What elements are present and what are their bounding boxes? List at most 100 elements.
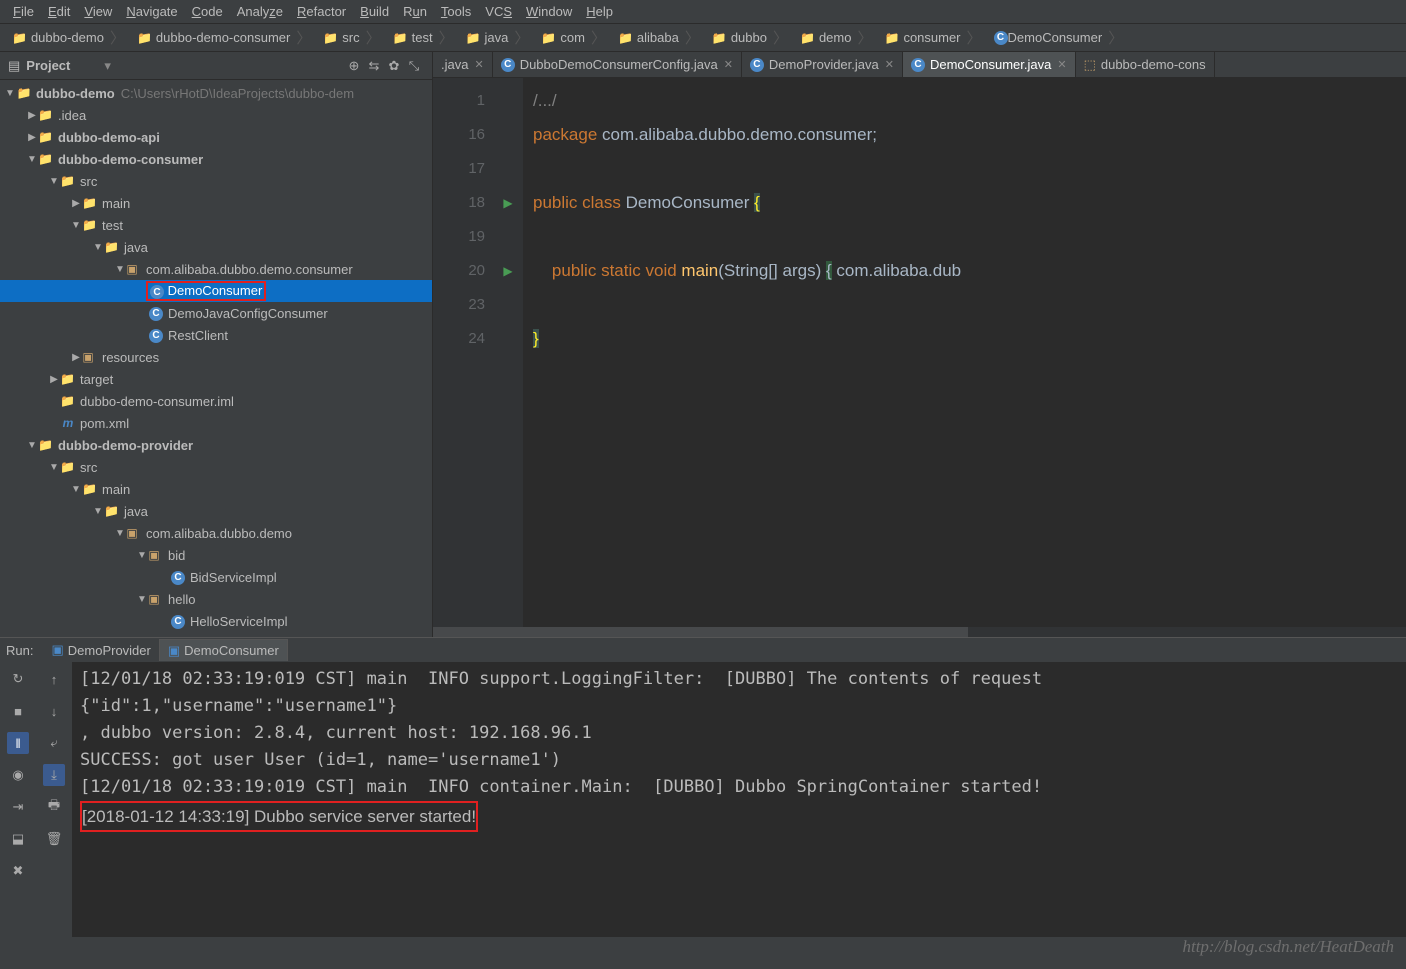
tree-item[interactable]: 📁dubbo-demo-consumer.iml [0,390,432,412]
project-tool-window: ▤ Project ▾ ⊕ ⇆ ✿ ⤡ ▼📁dubbo-demoC:\Users… [0,52,433,637]
main-menu-bar: File Edit View Navigate Code Analyze Ref… [0,0,1406,24]
editor-tab[interactable]: ⬚dubbo-demo-cons [1076,52,1215,77]
tree-item[interactable]: ▼▣com.alibaba.dubbo.demo.consumer [0,258,432,280]
horizontal-scrollbar[interactable] [433,627,1406,637]
run-gutter[interactable]: ▶ ▶ [493,78,523,637]
run-line-icon[interactable]: ▶ [503,196,512,210]
print-icon[interactable]: 🖶 [43,796,65,818]
editor-tab[interactable]: .java✕ [433,52,493,77]
menu-analyze[interactable]: Analyze [230,4,290,19]
close-tab-icon[interactable]: ✕ [885,58,894,71]
run-tool-window: Run: ▣DemoProvider▣DemoConsumer ↻ ■ ‖ ◉ … [0,637,1406,937]
editor-tab[interactable]: CDemoProvider.java✕ [742,52,903,77]
breadcrumb-item[interactable]: 📁com〉 [535,27,612,48]
breadcrumb-item[interactable]: 📁java〉 [460,27,536,48]
tree-item[interactable]: ▶▣resources [0,346,432,368]
tree-item[interactable]: CBidServiceImpl [0,566,432,588]
exit-icon[interactable]: ⇥ [7,796,29,818]
tree-item[interactable]: ▼📁test [0,214,432,236]
pin-icon[interactable]: ✖ [7,860,29,882]
project-view-dropdown[interactable]: ▾ [104,58,111,74]
console-output[interactable]: [12/01/18 02:33:19:019 CST] main INFO su… [72,662,1406,937]
menu-view[interactable]: View [77,4,119,19]
breadcrumb-item[interactable]: 📁demo〉 [794,27,879,48]
editor-tab[interactable]: CDemoConsumer.java✕ [903,52,1076,77]
breadcrumb-item[interactable]: 📁src〉 [317,27,386,48]
watermark-text: http://blog.csdn.net/HeatDeath [1182,937,1394,957]
tree-item[interactable]: ▼📁java [0,500,432,522]
close-tab-icon[interactable]: ✕ [724,58,733,71]
menu-vcs[interactable]: VCS [478,4,519,19]
rerun-icon[interactable]: ↻ [7,668,29,690]
menu-edit[interactable]: Edit [41,4,77,19]
tree-item[interactable]: ▼📁src [0,456,432,478]
close-tab-icon[interactable]: ✕ [474,58,483,71]
run-tab[interactable]: ▣DemoProvider [43,639,158,661]
code-content[interactable]: /.../package com.alibaba.dubbo.demo.cons… [523,78,1406,637]
menu-file[interactable]: File [6,4,41,19]
editor-area: .java✕CDubboDemoConsumerConfig.java✕CDem… [433,52,1406,637]
breadcrumb-item[interactable]: 📁alibaba〉 [612,27,706,48]
breadcrumb-item[interactable]: 📁dubbo-demo〉 [6,27,131,48]
run-toolbar-left2: ↑ ↓ ⤶ ⤓ 🖶 🗑 [36,662,72,937]
tree-item[interactable]: ▼▣hello [0,588,432,610]
hide-icon[interactable]: ⤡ [404,58,424,74]
tree-item[interactable]: ▼📁src [0,170,432,192]
up-icon[interactable]: ↑ [43,668,65,690]
run-tabs-bar: Run: ▣DemoProvider▣DemoConsumer [0,638,1406,662]
scroll-to-end-icon[interactable]: ⤓ [43,764,65,786]
close-tab-icon[interactable]: ✕ [1057,58,1066,71]
tree-item[interactable]: CDemoJavaConfigConsumer [0,302,432,324]
editor-tab[interactable]: CDubboDemoConsumerConfig.java✕ [493,52,742,77]
tree-item[interactable]: ▶📁.idea [0,104,432,126]
breadcrumb-item[interactable]: 📁consumer〉 [878,27,987,48]
settings-icon[interactable]: ✿ [384,58,404,74]
breadcrumb-item[interactable]: 📁test〉 [387,27,460,48]
tree-item[interactable]: CHelloServiceImpl [0,610,432,632]
tree-item[interactable]: ▶📁main [0,192,432,214]
clear-icon[interactable]: 🗑 [43,828,65,850]
stop-icon[interactable]: ■ [7,700,29,722]
tree-item[interactable]: ▼📁java [0,236,432,258]
tree-item[interactable]: ▼▣com.alibaba.dubbo.demo [0,522,432,544]
tree-item[interactable]: ▶📁dubbo-demo-api [0,126,432,148]
menu-help[interactable]: Help [579,4,620,19]
run-label: Run: [6,643,33,658]
breadcrumb-item[interactable]: CDemoConsumer〉 [988,27,1130,48]
pause-icon[interactable]: ‖ [7,732,29,754]
tree-item[interactable]: ▼📁dubbo-demo-provider [0,434,432,456]
tree-item[interactable]: C DemoConsumer [0,280,432,302]
editor-tabs: .java✕CDubboDemoConsumerConfig.java✕CDem… [433,52,1406,78]
tree-item[interactable]: ▼▣bid [0,544,432,566]
tree-item[interactable]: ▶📁target [0,368,432,390]
tree-item[interactable]: CRestClient [0,324,432,346]
scroll-from-source-icon[interactable]: ⊕ [344,58,364,74]
tree-item[interactable]: ▼📁main [0,478,432,500]
run-tab[interactable]: ▣DemoConsumer [159,639,288,661]
collapse-all-icon[interactable]: ⇆ [364,58,384,74]
project-panel-icon: ▤ [8,58,20,74]
menu-build[interactable]: Build [353,4,396,19]
tree-item[interactable]: mpom.xml [0,412,432,434]
soft-wrap-icon[interactable]: ⤶ [43,732,65,754]
breadcrumb-item[interactable]: 📁dubbo-demo-consumer〉 [131,27,317,48]
run-toolbar-left: ↻ ■ ‖ ◉ ⇥ ⬓ ✖ [0,662,36,937]
down-icon[interactable]: ↓ [43,700,65,722]
tree-item[interactable]: ▼📁dubbo-demo-consumer [0,148,432,170]
project-panel-header: ▤ Project ▾ ⊕ ⇆ ✿ ⤡ [0,52,432,80]
line-number-gutter: 116171819202324 [433,78,493,637]
run-line-icon[interactable]: ▶ [503,264,512,278]
tree-root[interactable]: ▼📁dubbo-demoC:\Users\rHotD\IdeaProjects\… [0,82,432,104]
project-tree[interactable]: ▼📁dubbo-demoC:\Users\rHotD\IdeaProjects\… [0,80,432,637]
code-editor[interactable]: 116171819202324 ▶ ▶ /.../package com.ali… [433,78,1406,637]
menu-code[interactable]: Code [185,4,230,19]
menu-tools[interactable]: Tools [434,4,478,19]
layout-icon[interactable]: ⬓ [7,828,29,850]
menu-run[interactable]: Run [396,4,434,19]
dump-threads-icon[interactable]: ◉ [7,764,29,786]
breadcrumb: 📁dubbo-demo〉📁dubbo-demo-consumer〉📁src〉📁t… [0,24,1406,52]
menu-window[interactable]: Window [519,4,579,19]
menu-navigate[interactable]: Navigate [119,4,184,19]
menu-refactor[interactable]: Refactor [290,4,353,19]
breadcrumb-item[interactable]: 📁dubbo〉 [706,27,794,48]
